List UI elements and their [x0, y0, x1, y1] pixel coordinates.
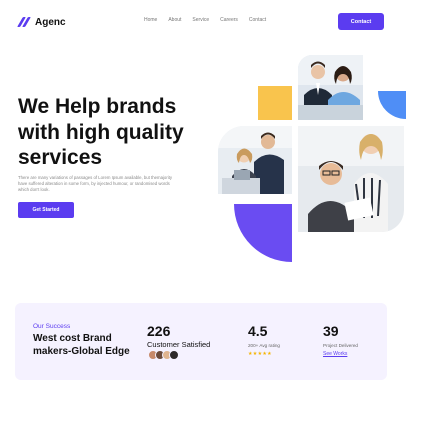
stats-heading: West cost Brand makers-Global Edge: [33, 333, 130, 357]
hero-description: There are many variations of passages of…: [18, 175, 173, 192]
see-works-link[interactable]: See Works: [323, 351, 347, 357]
rating-stars-icon: ★★★★★: [248, 351, 272, 357]
nav-contact[interactable]: Contact: [249, 17, 266, 23]
stat-projects-value: 39: [323, 323, 339, 339]
brand-logo[interactable]: Agenc: [17, 14, 66, 30]
stat-projects-label: Project Delivered: [323, 343, 358, 348]
decor-blue-quarter-circle: [378, 91, 406, 119]
stat-rating-value: 4.5: [248, 323, 268, 339]
team-photo-1: [298, 55, 363, 120]
hero-title: We Help brands with high quality service…: [18, 95, 184, 169]
team-photo-2: [218, 126, 292, 194]
stat-rating-label: 200+ Avg rating: [248, 343, 280, 348]
stat-customers-value: 226: [147, 323, 171, 339]
nav-home[interactable]: Home: [144, 17, 157, 23]
nav-service[interactable]: Service: [192, 17, 209, 23]
stat-customers-label: Customer Satisfied: [147, 340, 211, 349]
customer-avatars: [148, 350, 179, 360]
avatar: [169, 350, 179, 360]
brand-name: Agenc: [35, 16, 66, 28]
logo-mark-icon: [17, 17, 31, 27]
team-photo-3: [298, 126, 404, 232]
contact-button[interactable]: Contact: [338, 13, 384, 30]
nav-about[interactable]: About: [168, 17, 181, 23]
nav-careers[interactable]: Careers: [220, 17, 238, 23]
main-nav: Home About Service Careers Contact: [144, 17, 266, 23]
get-started-button[interactable]: Get Started: [18, 202, 74, 218]
stats-eyebrow: Our Success: [33, 323, 71, 330]
decor-purple-quarter-circle: [234, 204, 292, 262]
decor-yellow-square: [258, 86, 292, 120]
